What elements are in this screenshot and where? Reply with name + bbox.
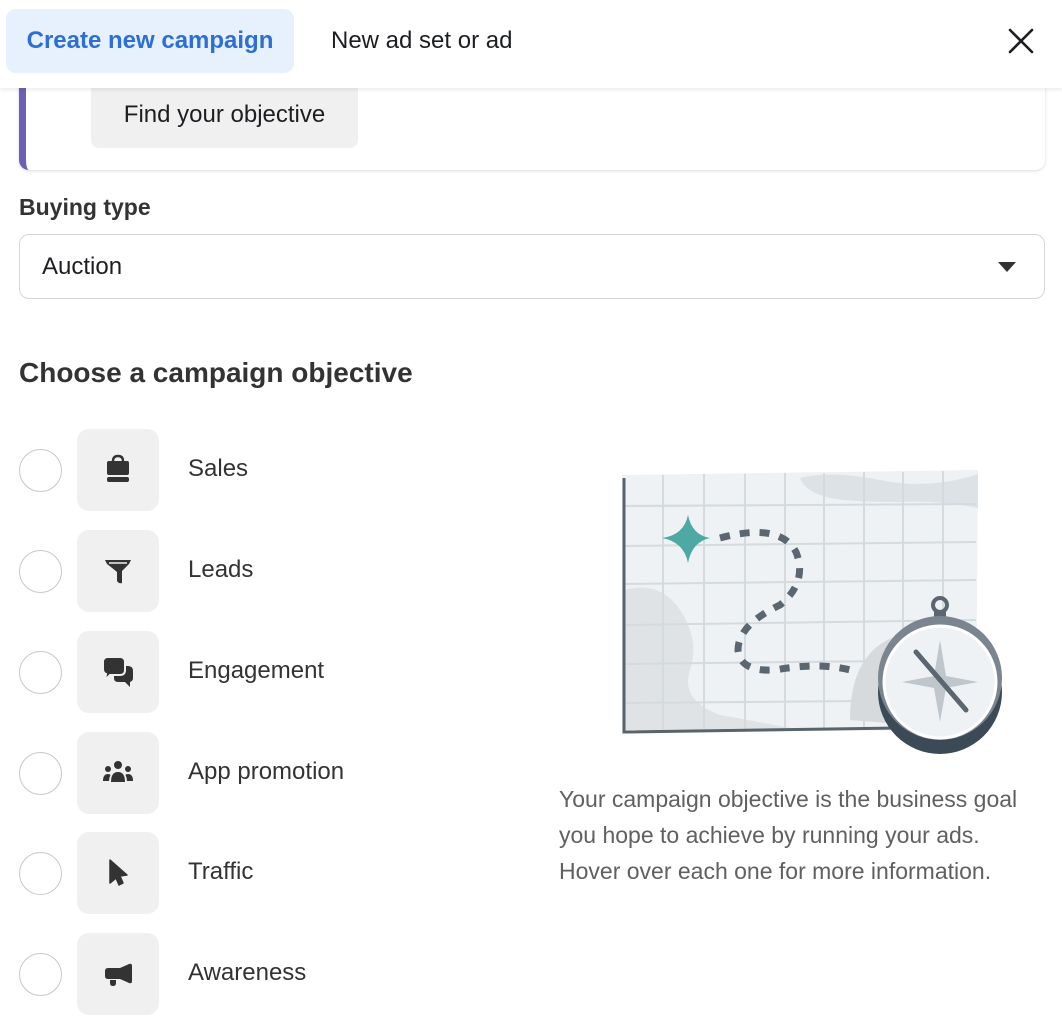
objective-icon-tile xyxy=(77,631,159,713)
megaphone-icon xyxy=(105,963,132,986)
tab-new-ad-set-or-ad[interactable]: New ad set or ad xyxy=(331,9,512,73)
objective-description: Your campaign objective is the business … xyxy=(559,786,1018,884)
shopping-bag-icon xyxy=(107,454,129,482)
objective-label: App promotion xyxy=(188,758,345,785)
close-button[interactable] xyxy=(1000,20,1042,62)
find-your-objective-button[interactable]: Find your objective xyxy=(91,82,358,148)
dialog-header: Create new campaign New ad set or ad xyxy=(0,0,1062,88)
objective-icon-tile xyxy=(77,933,159,1015)
buying-type-label: Buying type xyxy=(19,194,151,220)
people-group-icon xyxy=(103,761,133,782)
objective-label: Leads xyxy=(188,556,254,583)
radio-leads[interactable] xyxy=(19,550,62,593)
objective-label: Awareness xyxy=(188,959,307,986)
buying-type-value: Auction xyxy=(42,252,123,280)
buying-type-select[interactable]: Auction xyxy=(19,234,1045,299)
tab-create-new-campaign[interactable]: Create new campaign xyxy=(6,9,294,73)
radio-app-promotion[interactable] xyxy=(19,752,62,795)
caret-down-icon xyxy=(998,262,1016,272)
cursor-icon xyxy=(109,859,128,886)
radio-traffic[interactable] xyxy=(19,852,62,895)
objective-label: Sales xyxy=(188,455,249,482)
objective-icon-tile xyxy=(77,530,159,612)
funnel-icon xyxy=(105,560,131,584)
objective-icon-tile xyxy=(77,732,159,814)
radio-sales[interactable] xyxy=(19,449,62,492)
radio-engagement[interactable] xyxy=(19,651,62,694)
close-icon xyxy=(1008,28,1034,54)
objective-option-sales[interactable]: Sales xyxy=(19,429,499,511)
objective-label: Traffic xyxy=(188,858,254,885)
objective-option-leads[interactable]: Leads xyxy=(19,530,499,612)
objective-section-title: Choose a campaign objective xyxy=(19,357,413,388)
objective-option-app-promotion[interactable]: App promotion xyxy=(19,732,499,814)
objective-icon-tile xyxy=(77,832,159,914)
objective-label: Engagement xyxy=(188,657,325,684)
objective-icon-tile xyxy=(77,429,159,511)
objective-option-traffic[interactable]: Traffic xyxy=(19,832,499,914)
radio-awareness[interactable] xyxy=(19,953,62,996)
map-compass-illustration xyxy=(622,470,1002,754)
objective-option-awareness[interactable]: Awareness xyxy=(19,933,499,1015)
chat-bubbles-icon xyxy=(102,656,133,687)
objective-option-engagement[interactable]: Engagement xyxy=(19,631,499,713)
